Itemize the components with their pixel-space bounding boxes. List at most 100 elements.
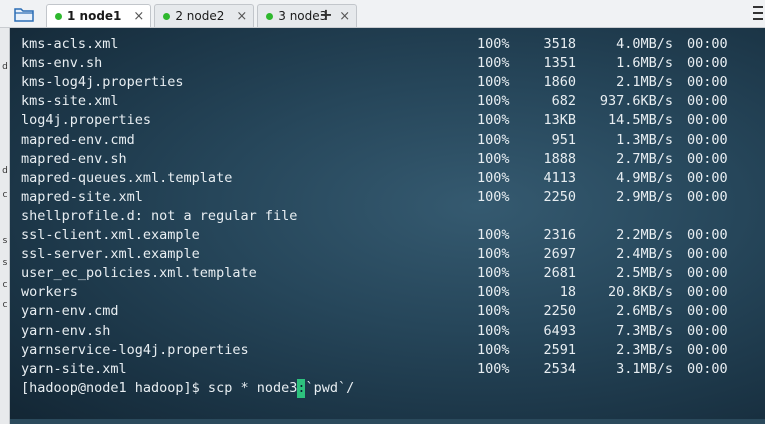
session-tabs: 1 node1 × 2 node2 × 3 node3 × — [46, 4, 358, 28]
transfer-line: mapred-env.sh 100% 1888 2.7MB/s 00:00 — [21, 150, 761, 169]
close-tab-icon[interactable]: × — [133, 9, 144, 24]
transfer-line: yarn-env.cmd 100% 2250 2.6MB/s 00:00 — [21, 302, 761, 321]
transfer-rate: 2.9MB/s — [616, 188, 673, 205]
file-size: 6493 — [543, 322, 576, 339]
transfer-line: ssl-client.xml.example 100% 2316 2.2MB/s 00:… — [21, 226, 761, 245]
command-text-after-cursor: `pwd`/ — [305, 379, 355, 396]
transfer-time: 00:00 — [687, 93, 728, 110]
transfer-percent: 100% — [477, 55, 510, 72]
transfer-percent: 100% — [477, 360, 510, 377]
transfer-percent: 100% — [477, 74, 510, 91]
transfer-line: yarn-env.sh 100% 6493 7.3MB/s 00:00 — [21, 322, 761, 341]
transfer-time: 00:00 — [687, 112, 728, 129]
file-size: 2591 — [543, 341, 576, 358]
command-prompt-line[interactable]: [hadoop@node1 hadoop]$ scp * node3:`pwd`… — [21, 378, 355, 398]
transfer-time: 00:00 — [687, 265, 728, 282]
file-name: ssl-server.xml.example — [21, 246, 200, 263]
left-strip-fragment: c — [2, 280, 8, 290]
file-size: 2250 — [543, 303, 576, 320]
transfer-line: mapred-site.xml 100% 2250 2.9MB/s 00:00 — [21, 188, 761, 207]
transfer-percent: 100% — [477, 36, 510, 52]
file-name: yarn-site.xml — [21, 360, 127, 377]
transfer-rate: 4.9MB/s — [616, 169, 673, 186]
transfer-percent: 100% — [477, 169, 510, 186]
transfer-line: ssl-server.xml.example 100% 2697 2.4MB/s 00:… — [21, 245, 761, 264]
transfer-time: 00:00 — [687, 303, 728, 320]
left-strip-fragment: d — [2, 62, 8, 72]
transfer-rate: 2.5MB/s — [616, 265, 673, 282]
transfer-time: 00:00 — [687, 284, 728, 301]
transfer-time: 00:00 — [687, 188, 728, 205]
left-strip-fragment: s — [2, 236, 8, 246]
transfer-line: kms-acls.xml 100% 3518 4.0MB/s 00:00 — [21, 35, 761, 54]
transfer-percent: 100% — [477, 112, 510, 129]
terminal[interactable]: kms-acls.xml 100% 3518 4.0MB/s 00:00 kms-env.… — [10, 28, 765, 424]
tab-label: 2 node2 — [175, 9, 225, 23]
file-name: mapred-env.sh — [21, 150, 127, 167]
transfer-percent: 100% — [477, 341, 510, 358]
transfer-percent: 100% — [477, 284, 510, 301]
window-menu-icon[interactable] — [753, 6, 763, 20]
transfer-percent: 100% — [477, 131, 510, 148]
tab-node2[interactable]: 2 node2 × — [154, 4, 255, 27]
transfer-percent: 100% — [477, 150, 510, 167]
transfer-rate: 1.3MB/s — [616, 131, 673, 148]
transfer-time: 00:00 — [687, 131, 728, 148]
file-name: mapred-queues.xml.template — [21, 169, 233, 186]
file-size: 4113 — [543, 169, 576, 186]
transfer-line: yarn-site.xml 100% 2534 3.1MB/s 00:00 — [21, 360, 761, 379]
tab-node3[interactable]: 3 node3 × — [257, 4, 358, 27]
transfer-line: user_ec_policies.xml.template 100% 2681 2.5… — [21, 264, 761, 283]
file-size: 3518 — [543, 36, 576, 52]
file-size: 1888 — [543, 150, 576, 167]
transfer-line: kms-site.xml 100% 682 937.6KB/s 00:00 — [21, 92, 761, 111]
transfer-rate: 3.1MB/s — [616, 360, 673, 377]
transfer-percent: 100% — [477, 265, 510, 282]
transfer-rate: 2.2MB/s — [616, 227, 673, 243]
transfer-rate: 2.7MB/s — [616, 150, 673, 167]
transfer-line: workers 100% 18 20.8KB/s 00:00 — [21, 283, 761, 302]
tab-label: 1 node1 — [67, 9, 122, 23]
transfer-time: 00:00 — [687, 341, 728, 358]
transfer-time: 00:00 — [687, 36, 728, 52]
connection-status-dot-icon — [55, 12, 62, 20]
file-size: 13KB — [543, 112, 576, 129]
connection-status-dot-icon — [163, 12, 171, 20]
file-size: 2681 — [543, 265, 576, 282]
error-message: shellprofile.d: not a regular file — [21, 207, 298, 224]
file-size: 2697 — [543, 246, 576, 263]
file-size: 682 — [551, 93, 576, 110]
folder-icon[interactable] — [11, 2, 37, 26]
file-name: kms-log4j.properties — [21, 74, 184, 91]
file-name: yarn-env.sh — [21, 322, 111, 339]
transfer-percent: 100% — [477, 303, 510, 320]
tab-node1[interactable]: 1 node1 × — [46, 4, 152, 27]
transfer-time: 00:00 — [687, 150, 728, 167]
transfer-time: 00:00 — [687, 322, 728, 339]
file-size: 18 — [559, 284, 576, 301]
transfer-time: 00:00 — [687, 246, 728, 263]
left-panel-edge: ddcsscc — [0, 28, 10, 424]
left-strip-fragment: d — [2, 166, 8, 176]
file-name: mapred-env.cmd — [21, 131, 135, 148]
transfer-rate: 20.8KB/s — [607, 284, 673, 301]
transfer-rate: 14.5MB/s — [607, 112, 673, 129]
file-name: kms-acls.xml — [21, 36, 119, 52]
transfer-line: kms-log4j.properties 100% 1860 2.1MB/s 00:00 — [21, 73, 761, 92]
file-name: workers — [21, 284, 78, 301]
file-name: mapred-site.xml — [21, 188, 143, 205]
left-strip-fragment: s — [2, 258, 8, 268]
command-text: [hadoop@node1 hadoop]$ scp * node3 — [21, 379, 298, 396]
transfer-line: mapred-env.cmd 100% 951 1.3MB/s 00:00 — [21, 131, 761, 150]
transfer-line: mapred-queues.xml.template 100% 4113 4.9MB/… — [21, 169, 761, 188]
file-name: log4j.properties — [21, 112, 152, 129]
terminal-bottom-edge — [10, 419, 765, 424]
close-tab-icon[interactable]: × — [236, 9, 247, 24]
close-tab-icon[interactable]: × — [339, 9, 350, 24]
file-size: 951 — [551, 131, 576, 148]
transfer-time: 00:00 — [687, 55, 728, 72]
transfer-rate: 937.6KB/s — [599, 93, 673, 110]
left-strip-fragment: c — [2, 300, 8, 310]
add-tab-button[interactable]: + — [318, 4, 334, 24]
file-name: kms-site.xml — [21, 93, 119, 110]
